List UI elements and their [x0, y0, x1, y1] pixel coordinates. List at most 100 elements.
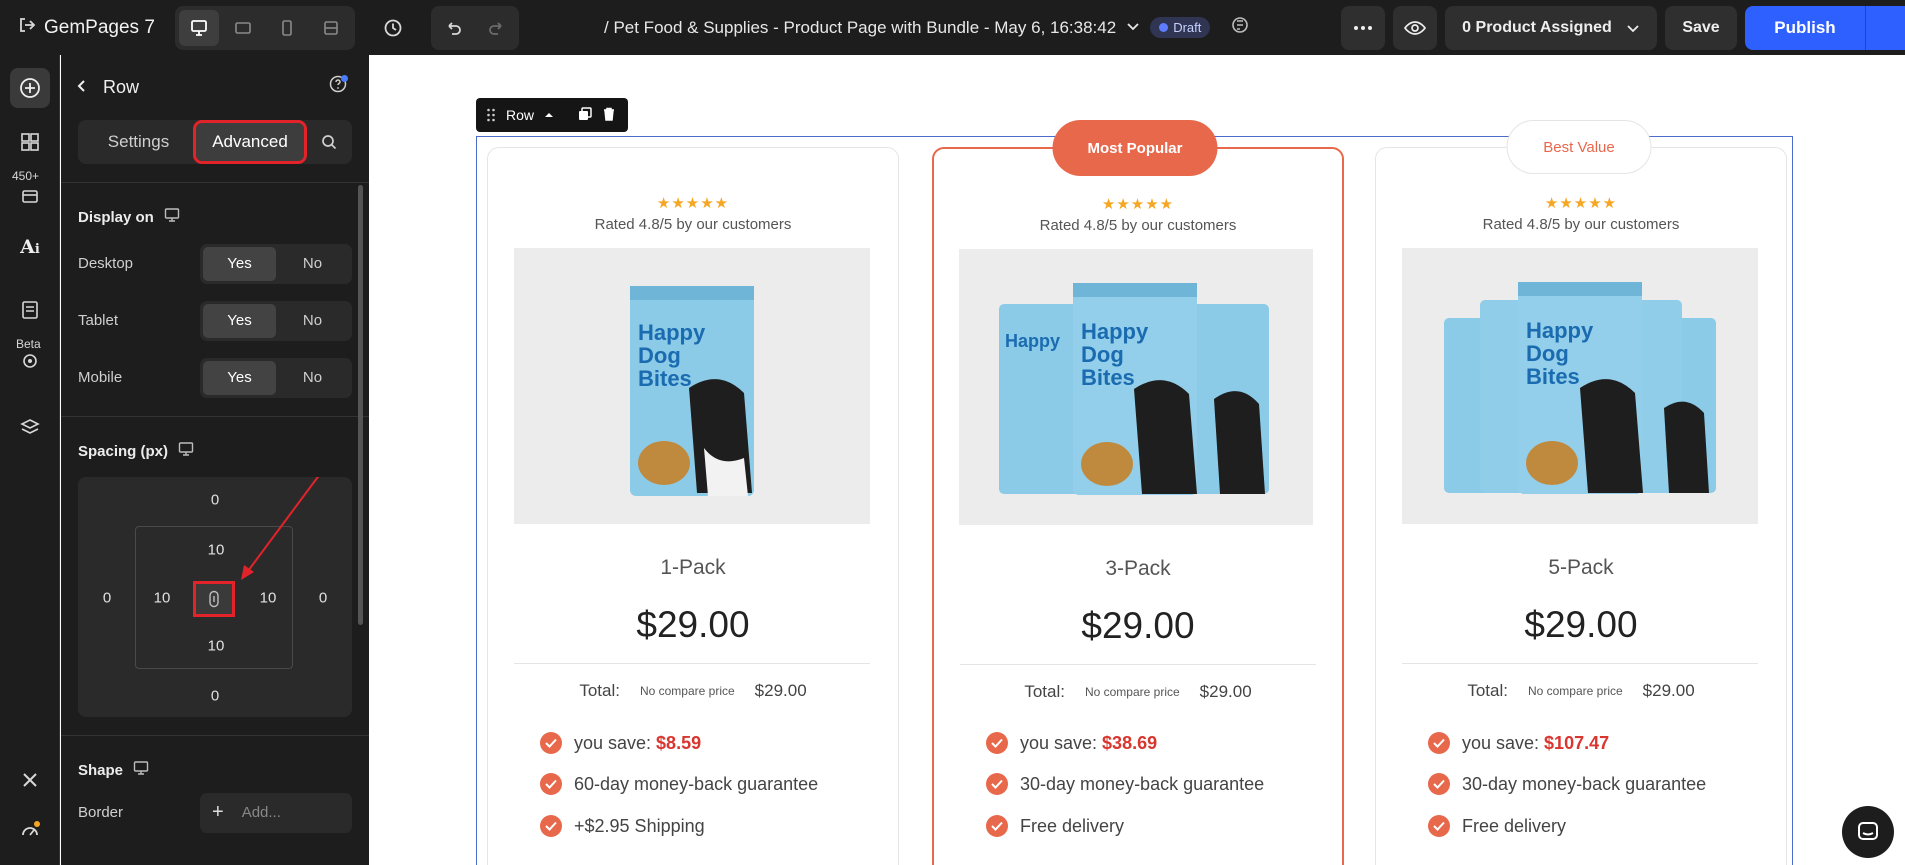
total-price: $29.00	[754, 681, 807, 700]
exit-icon[interactable]	[18, 16, 36, 39]
total-row: Total: No compare price $29.00	[934, 682, 1342, 702]
figma-icon[interactable]	[1230, 15, 1250, 40]
price: $29.00	[636, 604, 750, 645]
caret-up-icon[interactable]	[544, 111, 554, 119]
device-switcher	[175, 5, 355, 50]
left-rail: 450+ Ai Beta	[0, 55, 60, 865]
search-icon[interactable]	[310, 123, 348, 161]
duplicate-icon[interactable]	[578, 106, 592, 124]
save-prefix: you save:	[574, 732, 657, 753]
chat-support-button[interactable]	[1842, 806, 1894, 858]
compare-price: No compare price	[1527, 684, 1623, 698]
feature-text: 60-day money-back guarantee	[574, 773, 819, 794]
display-row-mobile: Mobile Yes No	[61, 349, 369, 406]
feature-delivery: Free delivery	[1428, 815, 1566, 837]
redo-icon[interactable]	[475, 6, 519, 50]
svg-text:Happy: Happy	[1081, 319, 1149, 344]
price: $29.00	[1524, 604, 1638, 645]
assign-product-button[interactable]: 0 Product Assigned	[1445, 5, 1657, 50]
panel-tabs: Settings Advanced	[78, 120, 352, 164]
rating-stars: ★★★★★	[656, 195, 730, 212]
desktop-no-option[interactable]: No	[276, 247, 349, 281]
display-row-label: Tablet	[78, 312, 119, 329]
pack-name: 5-Pack	[1548, 556, 1614, 579]
svg-text:Dog: Dog	[1526, 341, 1569, 366]
product-image: Happy Happy Dog Bites	[959, 249, 1313, 525]
mobile-icon[interactable]	[267, 10, 307, 46]
check-icon	[1428, 773, 1450, 795]
desktop-icon[interactable]	[179, 9, 219, 46]
check-icon	[986, 773, 1008, 795]
rating-stars: ★★★★★	[1101, 196, 1175, 213]
history-icon[interactable]	[373, 8, 413, 48]
feature-savings: you save: $8.59	[540, 732, 701, 754]
total-row: Total: No compare price $29.00	[1376, 681, 1786, 701]
svg-text:Happy: Happy	[638, 320, 706, 345]
add-element-icon[interactable]	[10, 68, 50, 108]
back-chevron-icon[interactable]	[75, 77, 103, 98]
display-on-rows: Desktop Yes No Tablet Yes No Mobile Yes …	[61, 235, 369, 406]
bundle-card-5pack[interactable]: ★★★★★ Rated 4.8/5 by our customers Happy…	[1375, 147, 1787, 865]
panel-scrollbar[interactable]	[358, 185, 363, 625]
panel-header: Row	[61, 55, 369, 120]
publish-button[interactable]: Publish	[1745, 5, 1865, 50]
save-amount: $107.47	[1544, 732, 1610, 753]
responsive-icon[interactable]	[164, 207, 180, 227]
mobile-no-option[interactable]: No	[276, 361, 349, 395]
divider	[960, 664, 1316, 665]
feature-shipping: +$2.95 Shipping	[540, 815, 705, 837]
responsive-icon[interactable]	[178, 441, 194, 461]
tablet-yes-option[interactable]: Yes	[203, 303, 276, 338]
page-title[interactable]: / Pet Food & Supplies - Product Page wit…	[604, 0, 1250, 55]
product-image: Happy Dog Bites	[1402, 248, 1758, 524]
price: $29.00	[1081, 605, 1195, 646]
border-row: Border + Add...	[61, 784, 369, 841]
rating-text: Rated 4.8/5 by our customers	[594, 216, 792, 233]
bundle-card-1pack[interactable]: ★★★★★ Rated 4.8/5 by our customers Happy…	[487, 147, 899, 865]
publish-options-button[interactable]	[1865, 5, 1905, 50]
rating-stars: ★★★★★	[1544, 195, 1618, 212]
pack-name: 1-Pack	[660, 556, 726, 579]
layers-icon[interactable]	[10, 407, 50, 447]
shape-label: Shape	[78, 761, 124, 779]
page-settings-icon[interactable]	[10, 290, 50, 330]
sections-icon[interactable]	[10, 122, 50, 162]
responsive-icon[interactable]	[133, 760, 149, 780]
speed-gauge-icon[interactable]	[10, 811, 50, 851]
border-add-field[interactable]: + Add...	[200, 792, 352, 833]
rating-text: Rated 4.8/5 by our customers	[1039, 217, 1237, 234]
feature-guarantee: 30-day money-back guarantee	[986, 773, 1264, 795]
close-x-icon[interactable]	[10, 760, 50, 800]
custom-size-icon[interactable]	[311, 10, 351, 46]
pack-name: 3-Pack	[1105, 557, 1171, 580]
mobile-visibility-toggle: Yes No	[200, 357, 352, 398]
spacing-section-title: Spacing (px)	[61, 441, 369, 461]
bundle-card-3pack[interactable]: ★★★★★ Rated 4.8/5 by our customers Happy…	[932, 147, 1344, 865]
undo-icon[interactable]	[431, 6, 475, 50]
feature-guarantee: 30-day money-back guarantee	[1428, 773, 1706, 795]
tab-advanced[interactable]: Advanced	[193, 120, 307, 164]
trash-icon[interactable]	[602, 107, 616, 124]
tab-settings[interactable]: Settings	[81, 123, 196, 161]
editor-canvas: Row ★★★★★ Rated 4.8/5 by our customers H…	[369, 55, 1905, 865]
more-options-icon[interactable]	[1341, 5, 1385, 50]
tablet-landscape-icon[interactable]	[223, 10, 263, 46]
drag-handle-icon[interactable]	[486, 108, 496, 122]
top-actions: 0 Product Assigned Save Publish	[1341, 0, 1905, 55]
mobile-yes-option[interactable]: Yes	[203, 360, 276, 395]
templates-icon[interactable]	[10, 175, 50, 215]
display-row-desktop: Desktop Yes No	[61, 235, 369, 292]
save-button[interactable]: Save	[1665, 5, 1737, 50]
beta-feature-icon[interactable]	[10, 341, 50, 381]
total-row: Total: No compare price $29.00	[488, 681, 898, 701]
tablet-no-option[interactable]: No	[276, 304, 349, 338]
row-toolbar[interactable]: Row	[476, 98, 628, 132]
brand[interactable]: GemPages 7	[0, 16, 175, 39]
preview-eye-icon[interactable]	[1393, 5, 1437, 50]
ai-icon[interactable]: Ai	[10, 227, 50, 267]
divider	[1402, 663, 1758, 664]
divider	[514, 663, 870, 664]
display-row-tablet: Tablet Yes No	[61, 292, 369, 349]
desktop-yes-option[interactable]: Yes	[203, 246, 276, 281]
feature-text: 30-day money-back guarantee	[1462, 773, 1707, 794]
